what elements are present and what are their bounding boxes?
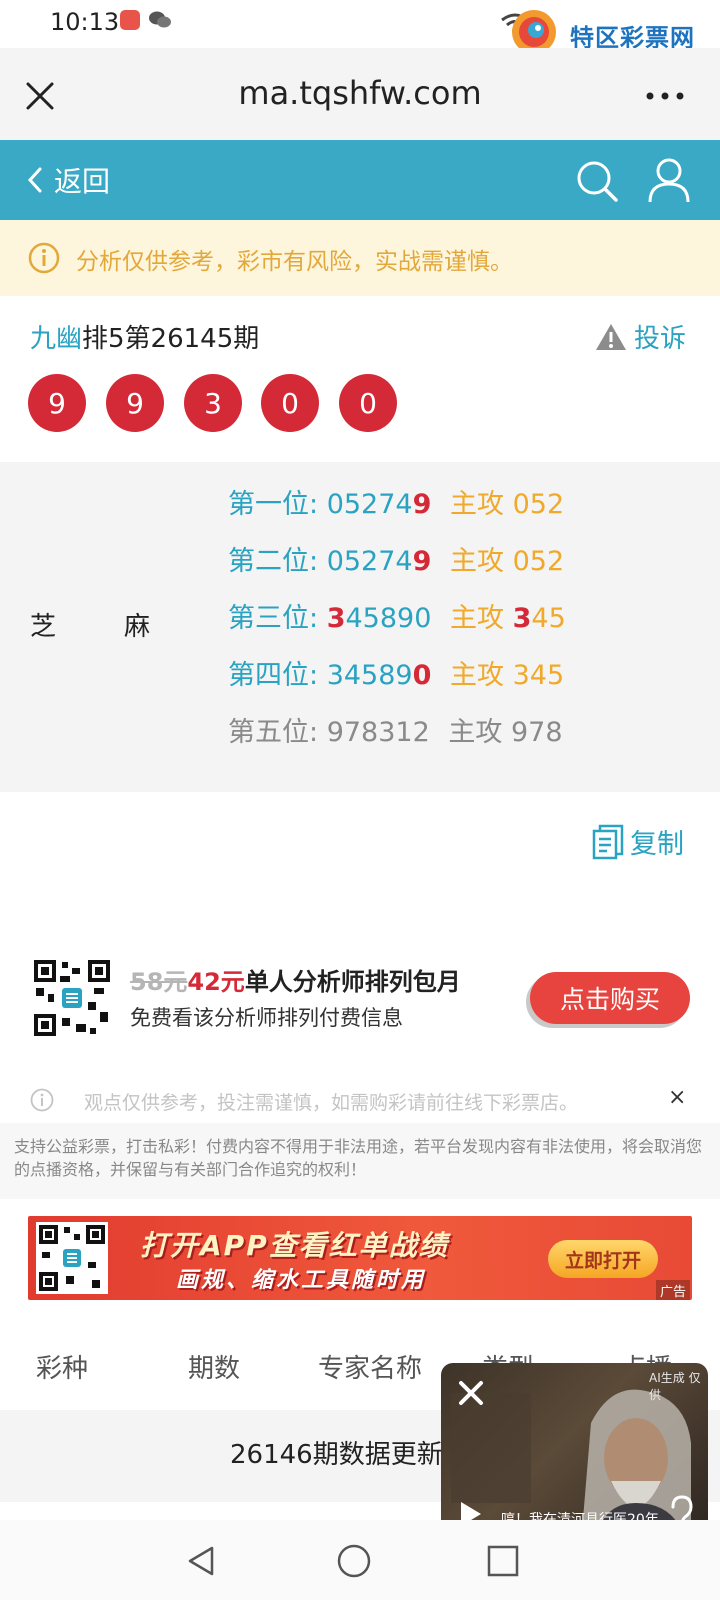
main-label: 主攻 [450, 546, 504, 577]
wechat-icon [148, 10, 172, 34]
draw-ball: 0 [261, 374, 319, 432]
main-digits: 052 [512, 546, 565, 577]
prediction-box: 芝 麻 第一位: 052749 主攻 052 第二位: 052749 主攻 05… [0, 462, 720, 792]
hit-digit: 9 [412, 546, 432, 577]
digits: 978312 [326, 717, 430, 748]
buy-button[interactable]: 点击购买 [530, 972, 690, 1024]
status-time: 10:13 [50, 8, 120, 36]
expert-name: 芝 麻 [30, 606, 150, 643]
back-button[interactable]: 返回 [26, 158, 110, 202]
prediction-row: 第二位: 052749 主攻 052 [228, 539, 564, 578]
position-label: 第三位: [228, 603, 319, 634]
purchase-title: 58元42元单人分析师排列包月 [130, 962, 461, 997]
draw-ball: 9 [106, 374, 164, 432]
disclaimer-close-button[interactable]: × [668, 1085, 686, 1110]
draw-ball: 0 [339, 374, 397, 432]
app-banner-ad[interactable]: 打开APP查看红单战绩 画规、缩水工具随时用 立即打开 广告 [28, 1216, 692, 1300]
digits: 05274 [326, 546, 413, 577]
close-icon[interactable] [453, 1375, 489, 1411]
old-price: 58元 [130, 968, 188, 996]
open-app-button[interactable]: 立即打开 [548, 1240, 658, 1278]
qr-code-icon [36, 1222, 108, 1294]
hit-digit: 9 [412, 489, 432, 520]
banner-title: 打开APP查看红单战绩 [140, 1229, 449, 1262]
risk-notice: 分析仅供参考，彩市有风险，实战需谨慎。 [0, 220, 720, 296]
main-digits: 345 [512, 660, 565, 691]
floating-video-ad[interactable]: AI生成 仅供 哼！我在清河县行医20年 [441, 1363, 708, 1543]
expert-name-char: 麻 [123, 612, 150, 642]
main-label: 主攻 [450, 660, 504, 691]
browser-url: ma.tqshfw.com [238, 74, 482, 112]
copy-label: 复制 [630, 829, 684, 860]
qr-code-icon [32, 958, 112, 1038]
complain-label: 投诉 [634, 324, 687, 354]
position-label: 第二位: [228, 546, 319, 577]
copy-button[interactable]: 复制 [592, 822, 684, 861]
digits: 05274 [326, 489, 413, 520]
user-icon[interactable] [646, 156, 692, 204]
digits: 34589 [326, 660, 413, 691]
draw-ball: 9 [28, 374, 86, 432]
main-digits: 45 [531, 603, 566, 634]
purchase-subtitle: 免费看该分析师排列付费信息 [130, 1006, 403, 1030]
main-label: 主攻 [450, 489, 504, 520]
prediction-row: 第五位: 978312 主攻 978 [228, 710, 563, 749]
more-icon[interactable] [640, 76, 690, 116]
shopping-app-icon [120, 10, 140, 30]
table-header-issue: 期数 [188, 1354, 241, 1384]
legal-text: 支持公益彩票，打击私彩！付费内容不得用于非法用途，若平台发现内容有非法使用，将会… [14, 1137, 703, 1179]
ai-generated-tag: AI生成 仅供 [649, 1371, 701, 1402]
info-icon [30, 1088, 54, 1112]
position-label: 第四位: [228, 660, 319, 691]
complain-button[interactable]: 投诉 [594, 318, 686, 355]
system-nav-bar [0, 1520, 720, 1600]
prediction-row: 第四位: 345890 主攻 345 [228, 653, 564, 692]
hit-digit: 0 [412, 660, 432, 691]
notice-text: 分析仅供参考，彩市有风险，实战需谨慎。 [76, 249, 513, 275]
digits: 45890 [345, 603, 432, 634]
main-hit-digit: 3 [512, 603, 532, 634]
warning-icon [596, 323, 626, 350]
legal-notice: 支持公益彩票，打击私彩！付费内容不得用于非法用途，若平台发现内容有非法使用，将会… [0, 1123, 720, 1199]
status-bar: 10:13 特区彩票网 www.tqcp.net [0, 0, 720, 63]
chevron-left-icon [27, 167, 42, 193]
copy-icon [592, 824, 624, 859]
issue-title: 九幽排5第26145期 [30, 318, 259, 355]
expert-name-char: 芝 [30, 612, 57, 642]
main-label: 主攻 [448, 717, 503, 748]
nav-recents-icon[interactable] [486, 1544, 520, 1578]
prediction-row: 第一位: 052749 主攻 052 [228, 482, 564, 521]
main-label: 主攻 [450, 603, 504, 634]
new-price: 42元 [187, 968, 245, 996]
expert-channel-link[interactable]: 九幽 [30, 324, 82, 354]
main-digits: 978 [510, 717, 563, 748]
banner-subtitle: 画规、缩水工具随时用 [176, 1268, 427, 1293]
table-header-lottery: 彩种 [36, 1354, 89, 1384]
table-header-expert: 专家名称 [318, 1354, 423, 1384]
update-text: 26146期数据更新 [230, 1440, 443, 1470]
draw-ball: 3 [184, 374, 242, 432]
purchase-name: 单人分析师排列包月 [244, 968, 461, 996]
search-icon[interactable] [574, 158, 620, 204]
disclaimer-text: 观点仅供参考，投注需谨慎，如需购彩请前往线下彩票店。 [84, 1092, 579, 1114]
position-label: 第五位: [228, 717, 319, 748]
ad-tag: 广告 [656, 1280, 691, 1300]
info-icon [28, 242, 60, 274]
hit-digit: 3 [326, 603, 346, 634]
issue-number: 排5第26145期 [82, 324, 260, 354]
back-label: 返回 [54, 165, 111, 198]
nav-back-icon[interactable] [184, 1544, 218, 1578]
prediction-row: 第三位: 345890 主攻 345 [228, 596, 566, 635]
position-label: 第一位: [228, 489, 319, 520]
browser-bar: ma.tqshfw.com [0, 48, 720, 140]
nav-home-icon[interactable] [336, 1543, 372, 1579]
main-digits: 052 [512, 489, 565, 520]
page-header: 返回 [0, 140, 720, 220]
